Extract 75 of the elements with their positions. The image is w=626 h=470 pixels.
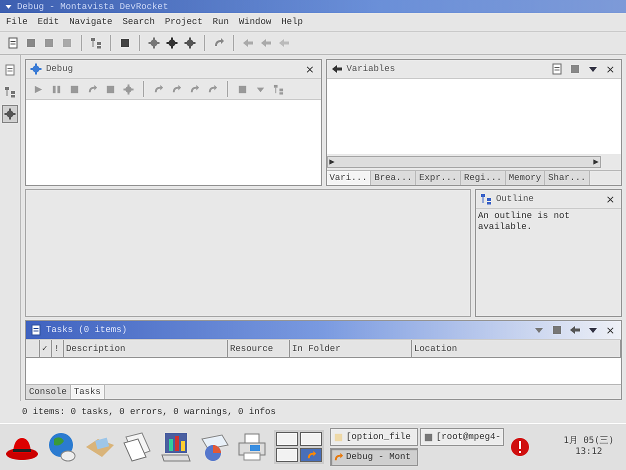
tab[interactable]: Tasks	[70, 385, 105, 399]
globe-icon	[46, 431, 78, 463]
clock-time: 13:12	[575, 447, 602, 458]
workspace-button[interactable]	[300, 448, 322, 462]
arrow-icon	[242, 37, 254, 49]
workspace-button[interactable]	[300, 432, 322, 446]
arrow-icon	[568, 324, 581, 336]
outline-message: An outline is not available.	[478, 211, 571, 233]
panel-title: Debug	[46, 64, 74, 74]
right-arrow-icon	[592, 158, 600, 166]
column-header[interactable]: In Folder	[290, 340, 412, 357]
stop-icon	[69, 84, 80, 94]
column-header[interactable]: Resource	[228, 340, 290, 357]
arrow-icon	[278, 37, 290, 49]
column-header[interactable]: Description	[64, 340, 228, 357]
menu-item[interactable]: Project	[162, 17, 211, 27]
gear-icon	[184, 37, 196, 49]
scrollbar[interactable]	[326, 156, 601, 168]
tab[interactable]: Expr...	[416, 171, 461, 185]
caret-icon[interactable]	[4, 2, 13, 11]
arrow-icon	[260, 37, 272, 49]
panel-title: Outline	[496, 194, 535, 204]
page-icon	[550, 63, 563, 75]
task-button[interactable]: Debug - Mont	[330, 448, 418, 466]
left-arrow-icon	[328, 158, 336, 166]
workspace-button[interactable]	[276, 432, 298, 446]
status-text: 0 items: 0 tasks, 0 errors, 0 warnings, 0 infos	[22, 407, 276, 417]
alert-icon[interactable]	[510, 437, 530, 457]
step-icon	[189, 84, 200, 94]
checklist-icon	[30, 324, 42, 336]
tab[interactable]: Vari...	[326, 171, 372, 185]
column-header[interactable]: !	[52, 340, 64, 357]
tab[interactable]: Memory	[506, 171, 546, 185]
task-button[interactable]: [option_file	[330, 428, 418, 446]
column-header[interactable]: Location	[412, 340, 621, 357]
workspace-button[interactable]	[276, 448, 298, 462]
square-icon	[237, 84, 248, 94]
tab[interactable]: Console	[26, 385, 71, 399]
chart-icon	[160, 431, 192, 463]
task-button[interactable]: [root@mpeg4-	[420, 428, 504, 446]
step-icon	[171, 84, 182, 94]
menu-item[interactable]: Edit	[36, 17, 68, 27]
clock-date: 1月 05(三)	[563, 436, 614, 447]
tree-icon	[273, 84, 284, 94]
window-title: Debug - Montavista DevRocket	[17, 2, 168, 12]
gear-icon	[148, 37, 160, 49]
step-icon	[207, 84, 218, 94]
close-button[interactable]: ×	[303, 62, 316, 76]
rail-button[interactable]	[2, 105, 18, 123]
square-icon	[550, 324, 563, 336]
step-icon	[153, 84, 164, 94]
close-button[interactable]: ×	[604, 192, 617, 206]
page-icon	[7, 37, 19, 49]
pause-icon	[51, 84, 62, 94]
play-icon	[33, 84, 44, 94]
panel-title: Tasks (0 items)	[46, 325, 128, 335]
panel-title: Variables	[346, 64, 396, 74]
menu-item[interactable]: File	[4, 17, 36, 27]
gear-icon	[4, 108, 16, 120]
tab[interactable]: Brea...	[371, 171, 416, 185]
menu-item[interactable]: Help	[279, 17, 311, 27]
menu-item[interactable]: Navigate	[67, 17, 120, 27]
clock[interactable]: 1月 05(三) 13:12	[563, 436, 622, 458]
close-button[interactable]: ×	[604, 324, 617, 336]
column-header[interactable]: ✓	[40, 340, 52, 357]
gear-icon	[30, 63, 42, 75]
menu-item[interactable]: Window	[236, 17, 280, 27]
close-button[interactable]: ×	[604, 62, 617, 76]
menu-item[interactable]: Run	[210, 17, 237, 27]
list-icon	[480, 193, 492, 205]
step-icon	[87, 84, 98, 94]
variable-icon	[330, 63, 342, 75]
tab[interactable]: Shar...	[545, 171, 590, 185]
tab[interactable]: Regi...	[460, 171, 506, 185]
menu-item[interactable]: Search	[120, 17, 163, 27]
